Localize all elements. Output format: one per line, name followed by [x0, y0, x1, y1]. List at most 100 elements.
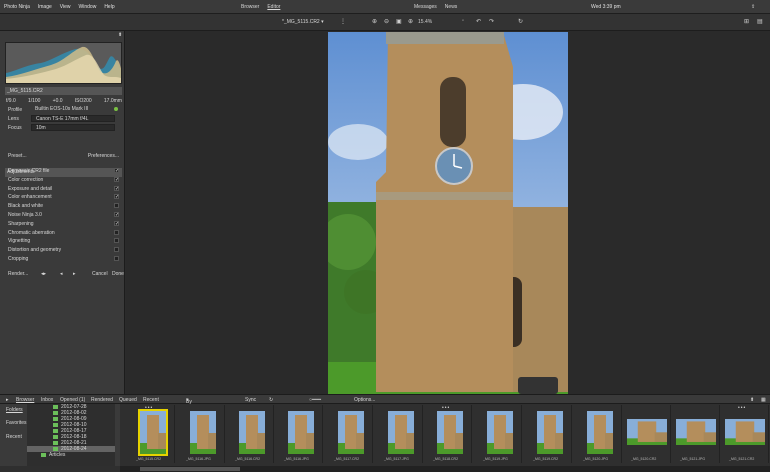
reset-icon[interactable]: ↻	[518, 18, 523, 25]
folder-item[interactable]: Articles	[27, 452, 115, 458]
rotate-left-icon[interactable]: ↶	[476, 18, 481, 25]
thumbnail[interactable]: _MG_5119.CR2	[525, 405, 572, 463]
folder-icon	[53, 435, 58, 439]
zoom-icon[interactable]: ⊕	[408, 18, 413, 25]
favorites-tab[interactable]: Favorites	[6, 420, 27, 426]
messages-link[interactable]: Messages	[414, 4, 437, 10]
preset-button[interactable]: Preset...	[8, 153, 27, 159]
file-selector[interactable]: *_MG_5115.CR2 ▾	[282, 19, 324, 25]
rotate-right-icon[interactable]: ↷	[489, 18, 494, 25]
lens-select[interactable]: Canon TS-E 17mm f/4L	[31, 115, 115, 122]
menu-app[interactable]: Photo Ninja	[0, 4, 34, 10]
thumbnail[interactable]: ••• _MG_5118.CR2	[425, 405, 472, 463]
focus-select[interactable]: 10m	[31, 124, 115, 131]
adjustment-row: Distortion and geometry	[8, 247, 119, 255]
adjustment-label: Distortion and geometry	[8, 247, 62, 254]
scroll-thumb[interactable]	[140, 467, 240, 471]
render-button[interactable]: Render...	[8, 271, 28, 277]
adjustment-checkbox[interactable]	[114, 256, 119, 261]
menu-image[interactable]: Image	[34, 4, 56, 10]
info-icon[interactable]: ⋮	[340, 18, 346, 25]
share-icon[interactable]: ⇪	[747, 4, 759, 10]
tab-editor[interactable]: Editor	[267, 4, 280, 10]
adjustment-checkbox[interactable]	[114, 238, 119, 244]
adjustment-label: Chromatic aberration	[8, 229, 55, 236]
filmstrip-pin-icon[interactable]: ⬍	[750, 397, 754, 403]
thumbnail[interactable]: _MG_5120.JPG	[575, 405, 622, 463]
pin-icon[interactable]: ⬍	[118, 32, 122, 38]
thumbnail[interactable]: ••• _MG_5121.CR2	[721, 405, 769, 463]
cancel-button[interactable]: Cancel	[92, 271, 108, 277]
rotate-icon[interactable]: ◦	[462, 18, 464, 24]
thumbnail[interactable]: _MG_5121.JPG	[672, 405, 720, 463]
sort-select[interactable]: By name ▾	[186, 397, 199, 411]
tab-inbox[interactable]: Inbox	[41, 397, 53, 403]
lens-label: Lens	[8, 116, 19, 122]
thumbnail[interactable]: _MG_5116.JPG	[276, 405, 323, 463]
thumbnail[interactable]: _MG_5117.CR2	[326, 405, 373, 463]
thumbnail[interactable]: ••• _MG_5115.CR2	[128, 405, 175, 463]
prev-icon[interactable]: ◂	[60, 271, 63, 277]
adjustment-checkbox[interactable]: ✓	[114, 176, 119, 182]
thumbnail-image	[627, 419, 667, 445]
tab-rendered[interactable]: Rendered	[91, 397, 113, 403]
adjustment-checkbox[interactable]	[114, 247, 119, 253]
adjustment-checkbox[interactable]: ✓	[114, 212, 119, 218]
thumbnail[interactable]: _MG_5116.JPG	[178, 405, 225, 463]
compare-icon[interactable]: ◂▸	[41, 271, 46, 277]
recent-tab[interactable]: Recent	[6, 434, 22, 440]
layout-icon[interactable]: ⊞	[744, 18, 749, 25]
thumbnail[interactable]: _MG_5120.CR2	[623, 405, 671, 463]
folder-icon	[41, 453, 46, 457]
thumbnail[interactable]: _MG_5119.JPG	[475, 405, 522, 463]
menu-window[interactable]: Window	[75, 4, 101, 10]
refresh-icon[interactable]: ↻	[269, 397, 273, 403]
next-icon[interactable]: ▸	[73, 271, 76, 277]
zoom-out-icon[interactable]: ⊖	[384, 18, 389, 25]
tab-recent[interactable]: Recent	[143, 397, 159, 403]
tab-browser[interactable]: Browser	[241, 4, 259, 10]
thumbnail[interactable]: _MG_5117.JPG	[376, 405, 423, 463]
zoom-slider[interactable]: ○━━━	[309, 397, 321, 403]
adjustment-row: Noise Ninja 3.0 ✓	[8, 212, 119, 220]
news-link[interactable]: News	[445, 4, 458, 10]
photo-preview[interactable]	[328, 32, 568, 394]
adjustment-label: Demosaic CR2 file	[8, 168, 50, 174]
tab-opened[interactable]: Opened (1)	[60, 397, 85, 403]
adjustment-label: Black and white	[8, 203, 44, 210]
thumbnail-image	[537, 411, 563, 454]
tab-queued[interactable]: Queued	[119, 397, 137, 403]
fit-icon[interactable]: ▣	[396, 18, 402, 25]
adjustment-checkbox[interactable]: ✓	[114, 185, 119, 191]
profile-value: Builtin EOS-10s Mark III	[35, 106, 89, 112]
thumbnail-caption: _MG_5120.JPG	[583, 457, 609, 461]
filmstrip-scrollbar[interactable]	[120, 466, 770, 472]
panel-icon[interactable]: ▤	[757, 18, 763, 25]
menu-view[interactable]: View	[56, 4, 75, 10]
sync-button[interactable]: Sync	[245, 397, 256, 403]
adjustment-checkbox[interactable]: ✓	[114, 194, 119, 200]
thumbnail-caption: _MG_5116.JPG	[186, 457, 211, 461]
thumbnail-caption: _MG_5115.CR2	[136, 457, 162, 461]
folder-icon	[53, 429, 58, 433]
more-icon[interactable]: •••	[738, 405, 746, 411]
image-viewer[interactable]	[126, 31, 770, 394]
zoom-in-icon[interactable]: ⊕	[372, 18, 377, 25]
adjustment-checkbox[interactable]	[114, 229, 119, 235]
preferences-button[interactable]: Preferences...	[88, 153, 119, 159]
thumbnail-image	[437, 411, 463, 454]
tab-browser-panel[interactable]: Browser	[16, 397, 34, 403]
play-icon[interactable]: ▸	[6, 397, 9, 403]
adjustment-label: Exposure and detail	[8, 185, 53, 192]
adjustment-checkbox[interactable]: ✓	[114, 220, 119, 226]
done-button[interactable]: Done	[112, 271, 124, 277]
filmstrip-grid-icon[interactable]: ▦	[761, 397, 766, 403]
thumbnail[interactable]: _MG_5116.CR2	[227, 405, 274, 463]
adjustment-checkbox[interactable]: ✓	[114, 168, 119, 174]
iso: ISO200	[74, 98, 92, 104]
menu-help[interactable]: Help	[100, 4, 118, 10]
folders-tab[interactable]: Folders	[6, 407, 23, 413]
options-button[interactable]: Options...	[354, 397, 375, 403]
lens-row: Lens Canon TS-E 17mm f/4L	[6, 115, 122, 123]
adjustment-checkbox[interactable]	[114, 203, 119, 209]
